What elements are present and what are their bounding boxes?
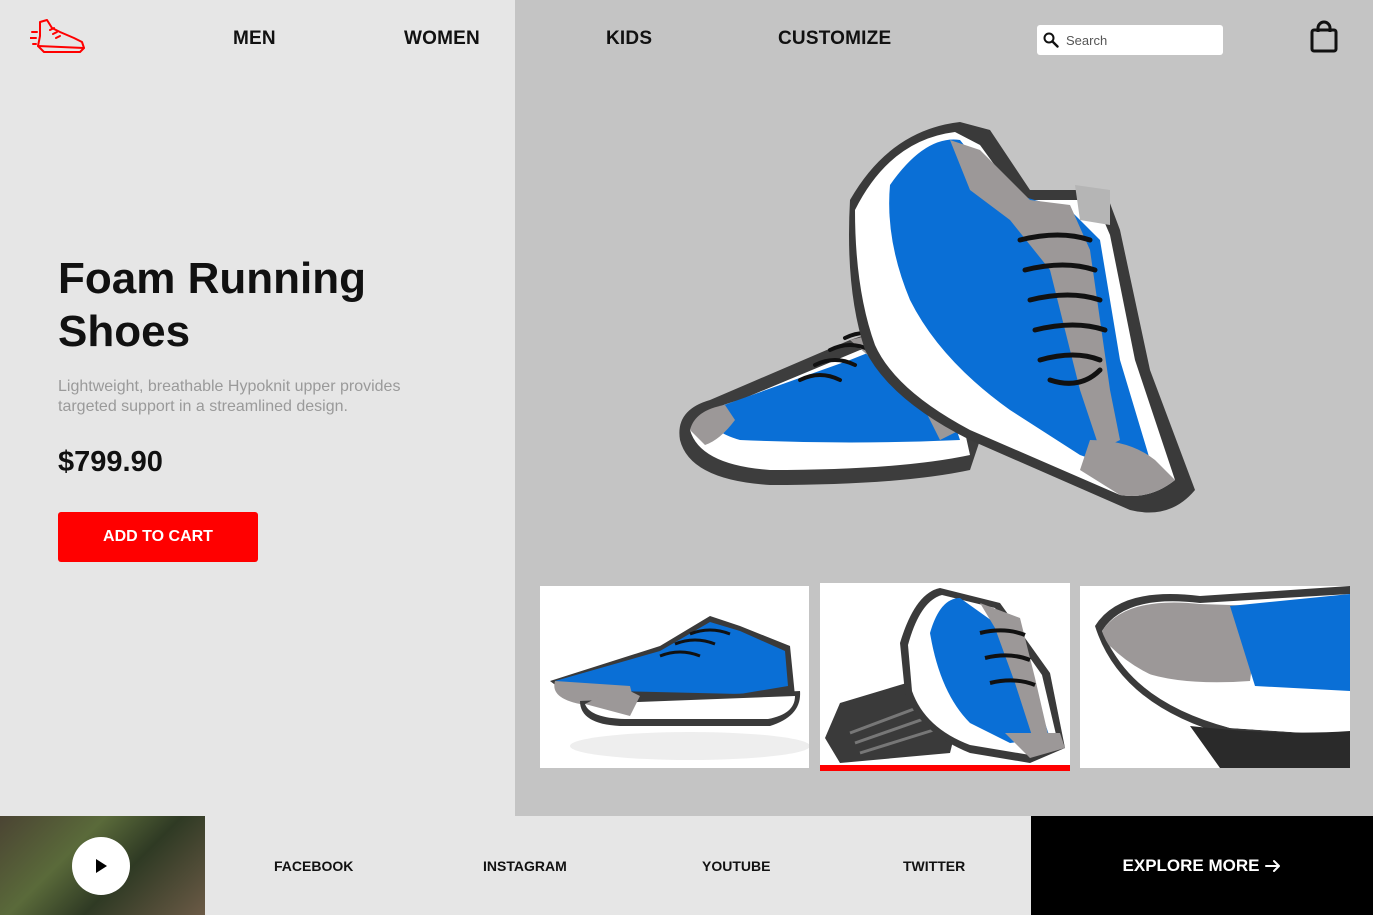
explore-more-label: EXPLORE MORE — [1122, 855, 1260, 875]
video-thumbnail[interactable] — [0, 816, 205, 915]
thumbnail-shoe-pair-sole[interactable] — [820, 583, 1070, 765]
nav-men[interactable]: MEN — [233, 28, 276, 50]
shopping-bag-icon[interactable] — [1309, 20, 1339, 54]
arrow-right-icon — [1265, 859, 1281, 872]
thumbnail-image — [540, 586, 809, 768]
play-button[interactable] — [72, 837, 130, 895]
thumbnail-shoe-pair-side[interactable] — [540, 586, 809, 768]
product-title: Foam Running Shoes — [58, 254, 366, 356]
active-thumbnail-indicator — [820, 765, 1070, 771]
link-youtube[interactable]: YOUTUBE — [702, 858, 770, 874]
product-description: Lightweight, breathable Hypoknit upper p… — [58, 378, 401, 415]
thumbnail-shoe-heel-closeup[interactable] — [1080, 586, 1350, 768]
product-price: $799.90 — [58, 446, 163, 478]
running-shoe-logo-icon[interactable] — [30, 16, 88, 60]
link-facebook[interactable]: FACEBOOK — [274, 858, 353, 874]
link-twitter[interactable]: TWITTER — [903, 858, 965, 874]
link-instagram[interactable]: INSTAGRAM — [483, 858, 567, 874]
search-icon — [1043, 32, 1059, 48]
nav-women[interactable]: WOMEN — [404, 28, 480, 50]
add-to-cart-button[interactable]: ADD TO CART — [58, 512, 258, 562]
thumbnail-image — [820, 583, 1070, 765]
thumbnail-image — [1080, 586, 1350, 768]
search-input[interactable] — [1066, 32, 1216, 48]
play-icon — [96, 859, 107, 873]
hero-shoe-image — [679, 122, 1195, 513]
nav-kids[interactable]: KIDS — [606, 28, 652, 50]
nav-customize[interactable]: CUSTOMIZE — [778, 28, 891, 50]
explore-more-button[interactable]: EXPLORE MORE — [1031, 816, 1373, 915]
product-page: MEN WOMEN KIDS CUSTOMIZE Foam Running Sh… — [0, 0, 1373, 915]
search-box[interactable] — [1037, 25, 1223, 55]
